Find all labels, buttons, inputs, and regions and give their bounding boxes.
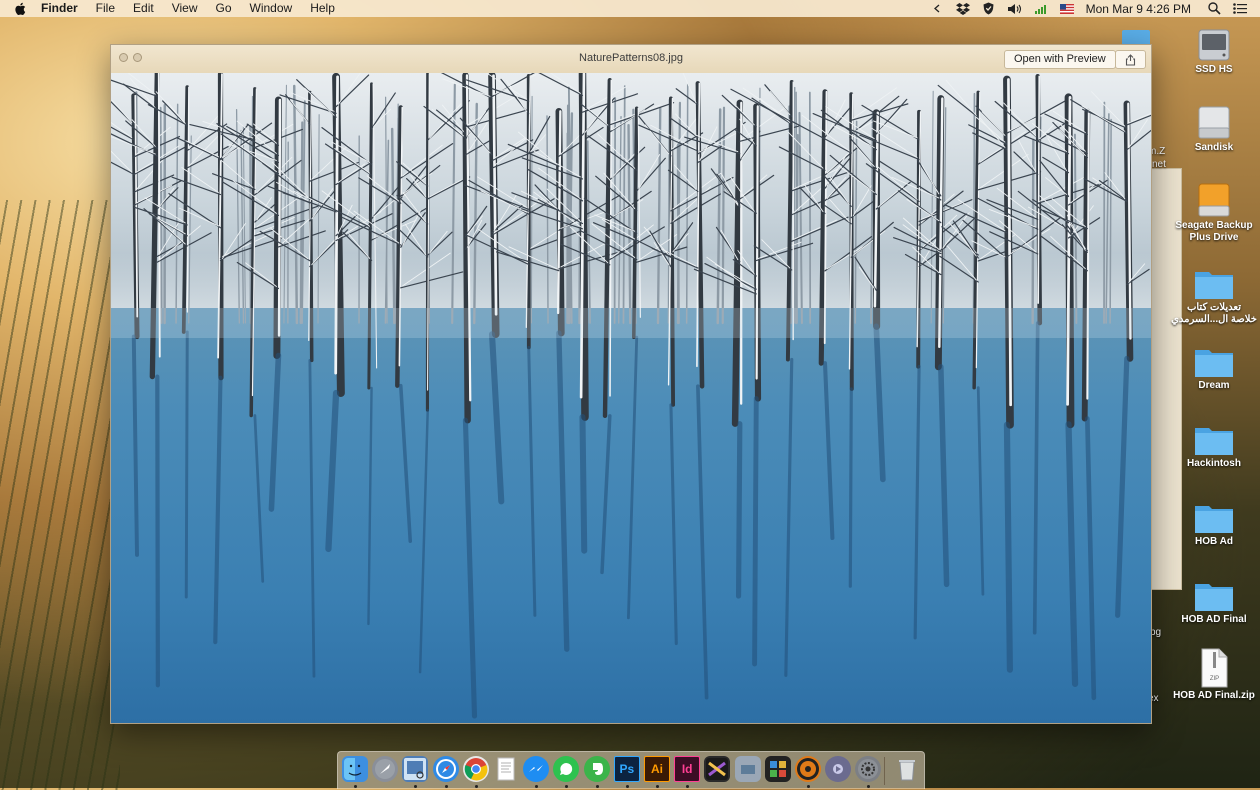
desktop-item-label: HOB Ad: [1195, 536, 1233, 548]
desktop-item-hackintosh[interactable]: Hackintosh: [1168, 416, 1260, 470]
tree-stroke: [1038, 76, 1039, 303]
folder-icon: [1192, 416, 1236, 456]
menu-go[interactable]: Go: [207, 0, 241, 17]
menu-bar: Finder File Edit View Go Window Help Mon…: [0, 0, 1260, 17]
us-flag-icon[interactable]: [1059, 2, 1075, 16]
safari-icon[interactable]: [433, 756, 459, 782]
final-cut-icon[interactable]: [704, 756, 730, 782]
share-button[interactable]: [1115, 50, 1146, 69]
trash-icon[interactable]: [894, 756, 920, 782]
wifi-signal-icon[interactable]: [1033, 2, 1049, 16]
evernote-icon[interactable]: [584, 756, 610, 782]
internal-drive-icon: [1192, 22, 1236, 62]
shield-icon[interactable]: [981, 2, 997, 16]
menu-view[interactable]: View: [163, 0, 207, 17]
tree-stroke: [687, 84, 688, 323]
tree-stroke: [668, 100, 669, 323]
menubar-clock[interactable]: Mon Mar 9 4:26 PM: [1086, 2, 1191, 16]
tree-stroke: [1007, 425, 1010, 670]
dock-separator: [884, 757, 885, 785]
desktop-item-label: Seagate Backup Plus Drive: [1175, 220, 1252, 244]
desktop-item-label: Hackintosh: [1187, 458, 1241, 470]
dropbox-icon[interactable]: [955, 2, 971, 16]
messenger-icon[interactable]: [523, 756, 549, 782]
menu-edit[interactable]: Edit: [124, 0, 163, 17]
folder-icon: [1192, 260, 1236, 300]
volume-icon[interactable]: [1007, 2, 1023, 16]
desktop-item-dream[interactable]: Dream: [1168, 338, 1260, 392]
whatsapp-icon[interactable]: [553, 756, 579, 782]
dvd-player-icon[interactable]: [795, 756, 821, 782]
tree-stroke: [279, 100, 280, 336]
desktop-item-ssd-hs[interactable]: SSD HS: [1168, 22, 1260, 76]
tree-stroke: [1110, 120, 1111, 323]
share-icon: [1125, 54, 1136, 66]
tree-stroke: [531, 96, 532, 323]
menu-window[interactable]: Window: [241, 0, 302, 17]
desktop-item-label: HOB AD Final: [1181, 614, 1246, 626]
desktop-item-label: Dream: [1198, 380, 1229, 392]
chrome-icon[interactable]: [463, 756, 489, 782]
image-capture-icon[interactable]: [735, 756, 761, 782]
external-drive-icon: [1192, 100, 1236, 140]
photo-booth-icon[interactable]: [765, 756, 791, 782]
desktop-item-seagate[interactable]: Seagate Backup Plus Drive: [1168, 178, 1260, 244]
apple-menu-icon[interactable]: [13, 2, 27, 16]
spotlight-icon[interactable]: [1206, 2, 1222, 16]
tree-stroke: [615, 98, 616, 323]
external-drive-orange-icon: [1192, 178, 1236, 218]
quicklook-window: NaturePatterns08.jpg Open with Preview: [110, 44, 1152, 724]
desktop-item-hob-ad-final[interactable]: HOB AD Final: [1168, 572, 1260, 626]
system-preferences-icon[interactable]: [855, 756, 881, 782]
zip-file-icon: ZIP: [1192, 648, 1236, 688]
launchpad-icon[interactable]: [372, 756, 398, 782]
preview-image: [111, 73, 1151, 723]
tree-stroke: [739, 424, 740, 596]
preview-icon[interactable]: [402, 756, 428, 782]
peek-text: net: [1152, 159, 1166, 170]
menu-help[interactable]: Help: [301, 0, 344, 17]
quicklook-titlebar[interactable]: NaturePatterns08.jpg Open with Preview: [111, 45, 1151, 74]
folder-icon: [1192, 338, 1236, 378]
desktop-item-label: تعديلات كتاب خلاصة ال...السرمدي: [1171, 302, 1257, 326]
desktop-item-label: HOB AD Final.zip: [1173, 690, 1255, 702]
folder-icon: [1192, 572, 1236, 612]
tree-stroke: [755, 399, 757, 664]
tree-stroke: [850, 389, 851, 586]
desktop-item-hob-ad-final-zip[interactable]: ZIP HOB AD Final.zip: [1168, 648, 1260, 702]
tree-stroke: [250, 126, 251, 323]
svg-text:ZIP: ZIP: [1210, 676, 1219, 682]
tree-stroke: [186, 332, 187, 597]
desktop-item-hob-ad[interactable]: HOB Ad: [1168, 494, 1260, 548]
menu-file[interactable]: File: [87, 0, 124, 17]
imovie-icon[interactable]: [825, 756, 851, 782]
desktop-item-arabic-folder[interactable]: تعديلات كتاب خلاصة ال...السرمدي: [1168, 260, 1260, 326]
desktop-wallpaper: [0, 200, 120, 790]
open-with-preview-button[interactable]: Open with Preview: [1004, 50, 1116, 69]
desktop-item-label: Sandisk: [1195, 142, 1233, 154]
textedit-icon[interactable]: [493, 756, 519, 782]
photoshop-icon[interactable]: Ps: [614, 756, 640, 782]
menu-app-name[interactable]: Finder: [41, 0, 87, 17]
desktop-item-label: SSD HS: [1195, 64, 1232, 76]
indesign-icon[interactable]: Id: [674, 756, 700, 782]
notification-center-icon[interactable]: [1232, 2, 1248, 16]
chevron-left-icon[interactable]: [929, 2, 945, 16]
tree-stroke: [582, 417, 584, 551]
quicklook-title: NaturePatterns08.jpg: [111, 52, 1151, 64]
tree-stroke: [161, 108, 162, 323]
folder-icon: [1192, 494, 1236, 534]
desktop-item-sandisk[interactable]: Sandisk: [1168, 100, 1260, 154]
illustrator-icon[interactable]: Ai: [644, 756, 670, 782]
tree-stroke: [157, 377, 158, 686]
finder-icon[interactable]: [342, 756, 368, 782]
dock: PsAiId: [337, 751, 925, 789]
